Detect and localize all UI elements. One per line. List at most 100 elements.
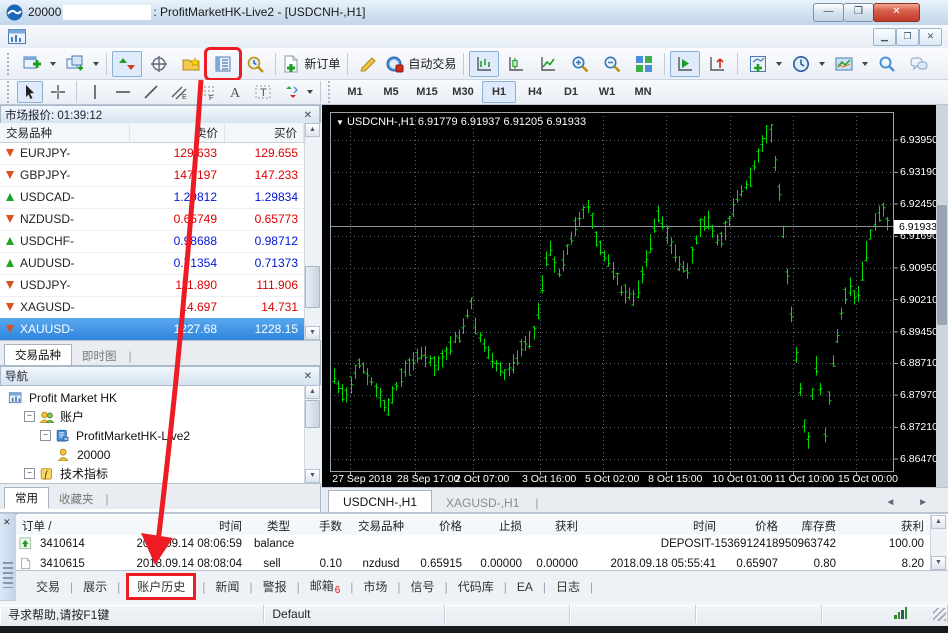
market-watch-tab-0[interactable]: 交易品种 [4, 344, 72, 366]
chart-tab-scroll-arrows[interactable]: ◄ ► [885, 497, 948, 508]
market-watch-column-header[interactable]: 交易品种卖价买价 [0, 123, 304, 143]
terminal-tab-警报[interactable]: 警报 [257, 576, 293, 597]
terminal-tab-信号[interactable]: 信号 [405, 576, 441, 597]
zoom-out-button[interactable] [597, 51, 627, 77]
line-chart-button[interactable] [533, 51, 563, 77]
templates-button[interactable] [829, 51, 859, 77]
zoom-in-button[interactable] [565, 51, 595, 77]
scroll-up-icon[interactable]: ▲ [931, 515, 946, 529]
timeframe-m5-button[interactable]: M5 [374, 81, 408, 103]
scroll-down-icon[interactable]: ▼ [931, 556, 946, 570]
chart-tab-1[interactable]: XAGUSD-,H1 [432, 492, 533, 513]
collapse-icon[interactable]: − [24, 411, 35, 422]
chevron-down-icon[interactable] [307, 90, 313, 94]
terminal-column-8[interactable]: 时间 [584, 515, 722, 535]
market-watch-button[interactable] [112, 51, 142, 77]
terminal-tab-新闻[interactable]: 新闻 [209, 576, 245, 597]
minimize-button[interactable]: — [813, 3, 844, 22]
market-watch-column-1[interactable]: 卖价 [130, 123, 225, 142]
close-icon[interactable]: ✕ [3, 517, 11, 528]
chart-canvas[interactable]: ▼ USDCNH-,H1 6.91779 6.91937 6.91205 6.9… [322, 105, 948, 487]
timeframe-h4-button[interactable]: H4 [518, 81, 552, 103]
terminal-column-5[interactable]: 价格 [414, 515, 468, 535]
search-button[interactable] [872, 51, 902, 77]
navigator-item-3[interactable]: 20000 [0, 444, 356, 465]
arrows-button[interactable] [278, 81, 304, 103]
terminal-tab-市场[interactable]: 市场 [357, 576, 393, 597]
scroll-thumb[interactable] [305, 400, 320, 428]
market-watch-row-usdchf[interactable]: USDCHF-0.986880.98712 [0, 230, 304, 253]
tile-windows-button[interactable] [629, 51, 659, 77]
terminal-column-7[interactable]: 获利 [528, 515, 584, 535]
navigator-header[interactable]: 导航 ✕ [0, 366, 320, 386]
chevron-down-icon[interactable] [819, 62, 825, 66]
timeframe-m1-button[interactable]: M1 [338, 81, 372, 103]
terminal-tab-交易[interactable]: 交易 [30, 576, 66, 597]
resize-grip[interactable] [933, 608, 946, 621]
mdi-minimize-button[interactable]: ▁ [873, 28, 896, 46]
timeframe-m15-button[interactable]: M15 [410, 81, 444, 103]
strategy-tester-button[interactable] [240, 51, 270, 77]
channel-button[interactable]: E [166, 81, 192, 103]
scroll-down-icon[interactable]: ▼ [305, 469, 320, 483]
bar-chart-button[interactable] [469, 51, 499, 77]
scroll-thumb[interactable] [305, 266, 320, 308]
data-window-button[interactable] [144, 51, 174, 77]
terminal-column-2[interactable]: 类型 [248, 515, 296, 535]
scroll-up-icon[interactable]: ▲ [305, 385, 320, 399]
terminal-column-0[interactable]: 订单 / [16, 515, 110, 535]
terminal-scrollbar[interactable]: ▲ ▼ [930, 515, 947, 570]
chart-shift-button[interactable] [702, 51, 732, 77]
close-button[interactable]: ✕ [873, 3, 920, 22]
fibonacci-button[interactable]: F [194, 81, 220, 103]
terminal-tab-邮箱[interactable]: 邮箱6 [304, 575, 347, 598]
navigator-tab-0[interactable]: 常用 [4, 487, 49, 509]
market-watch-row-gbpjpy[interactable]: GBPJPY-147.197147.233 [0, 164, 304, 187]
chevron-down-icon[interactable] [776, 62, 782, 66]
chevron-down-icon[interactable] [862, 62, 868, 66]
navigator-item-2[interactable]: −ProfitMarketHK-Live2 [0, 425, 340, 446]
metaeditor-button[interactable] [353, 51, 383, 77]
restore-button[interactable]: ❐ [843, 3, 874, 22]
market-watch-header[interactable]: 市场报价: 01:39:12 ✕ [0, 105, 320, 125]
scroll-down-icon[interactable]: ▼ [305, 326, 320, 340]
cursor-button[interactable] [17, 81, 43, 103]
close-icon[interactable]: ✕ [301, 110, 315, 121]
terminal-row-3410614[interactable]: 34106142018.09.14 08:06:59balanceDEPOSIT… [16, 535, 930, 556]
title-bar[interactable]: 20000: ProfitMarketHK-Live2 - [USDCNH-,H… [0, 0, 948, 26]
terminal-column-4[interactable]: 交易品种 [348, 515, 414, 535]
text-button[interactable]: A [222, 81, 248, 103]
chart-scrollbar[interactable] [936, 105, 948, 487]
new-chart-button[interactable] [17, 51, 47, 77]
navigator-item-4[interactable]: −f技术指标 [0, 463, 324, 484]
market-watch-row-xauusd[interactable]: XAUUSD-1227.681228.15 [0, 318, 304, 341]
chevron-down-icon[interactable] [50, 62, 56, 66]
navigator-item-1[interactable]: −账户 [0, 406, 324, 427]
navigator-scrollbar[interactable]: ▲ ▼ [304, 385, 321, 483]
collapse-icon[interactable]: − [40, 430, 51, 441]
timeframe-d1-button[interactable]: D1 [554, 81, 588, 103]
navigator-button[interactable] [176, 51, 206, 77]
market-watch-row-nzdusd[interactable]: NZDUSD-0.657490.65773 [0, 208, 304, 231]
scroll-up-icon[interactable]: ▲ [305, 123, 320, 137]
market-watch-row-usdcad[interactable]: USDCAD-1.298121.29834 [0, 186, 304, 209]
terminal-tab-展示[interactable]: 展示 [77, 576, 113, 597]
terminal-column-11[interactable]: 获利 [842, 515, 930, 535]
market-watch-row-xagusd[interactable]: XAGUSD-14.69714.731 [0, 296, 304, 319]
scroll-thumb[interactable] [937, 205, 947, 325]
navigator-tab-1[interactable]: 收藏夹 [49, 489, 104, 509]
market-watch-scrollbar[interactable]: ▲ ▼ [304, 123, 321, 340]
terminal-button[interactable] [208, 51, 238, 77]
indicators-list-button[interactable] [743, 51, 773, 77]
terminal-column-1[interactable]: 时间 [110, 515, 248, 535]
market-watch-tab-1[interactable]: 即时图 [72, 346, 127, 366]
market-watch-row-audusd[interactable]: AUDUSD-0.713540.71373 [0, 252, 304, 275]
timeframe-w1-button[interactable]: W1 [590, 81, 624, 103]
market-watch-column-0[interactable]: 交易品种 [0, 123, 130, 142]
chart-tab-0[interactable]: USDCNH-,H1 [328, 490, 432, 513]
terminal-column-9[interactable]: 价格 [722, 515, 784, 535]
text-label-button[interactable]: T [250, 81, 276, 103]
periods-button[interactable] [786, 51, 816, 77]
terminal-column-10[interactable]: 库存费 [784, 515, 842, 535]
chevron-down-icon[interactable] [93, 62, 99, 66]
